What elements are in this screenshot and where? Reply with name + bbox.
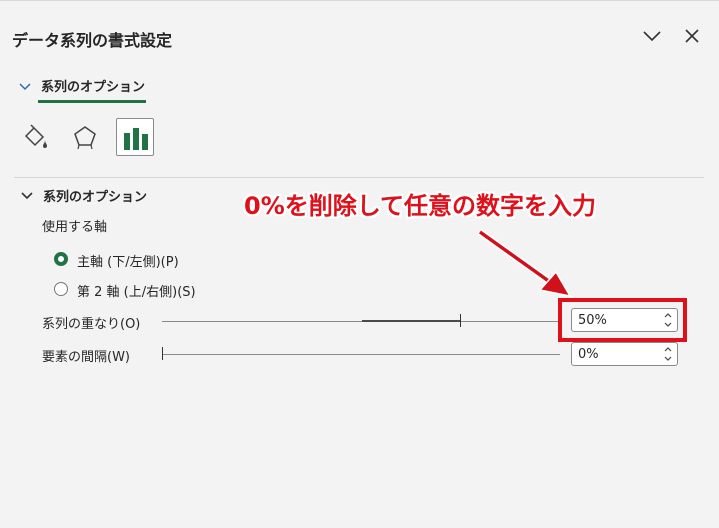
spin-up-button[interactable] (662, 344, 674, 354)
gap-slider-thumb[interactable] (162, 347, 163, 360)
annotation-text: 0%を削除して任意の数字を入力 (244, 192, 597, 220)
section-divider (14, 177, 704, 178)
annotation-arrow (476, 228, 586, 300)
chevron-down-icon (643, 31, 661, 42)
overlap-slider-fill (362, 320, 460, 322)
section-label: 系列のオプション (43, 190, 148, 205)
pane-title: データ系列の書式設定 (12, 31, 173, 50)
radio-button[interactable] (54, 282, 68, 296)
spin-down-button[interactable] (662, 354, 674, 364)
highlight-box (558, 298, 687, 342)
pane-options-button[interactable] (640, 24, 664, 48)
close-icon (685, 29, 699, 43)
gap-spin-box[interactable] (571, 342, 678, 366)
chevron-down-icon (19, 83, 31, 91)
tab-label: 系列のオプション (41, 80, 146, 95)
fill-line-button[interactable] (16, 118, 54, 156)
chevron-down-icon (21, 192, 33, 200)
gap-slider[interactable] (162, 354, 560, 355)
overlap-slider[interactable] (162, 321, 560, 322)
pentagon-icon (74, 126, 96, 150)
spin-down-icon (664, 356, 672, 361)
radio-label: 第 2 軸 (上/右側)(S) (77, 285, 196, 300)
bar-chart-icon (124, 128, 148, 150)
overlap-label: 系列の重なり(O) (42, 317, 141, 332)
radio-button[interactable] (54, 252, 68, 266)
effects-button[interactable] (66, 118, 104, 156)
tab-underline (38, 100, 146, 103)
series-options-button[interactable] (116, 118, 154, 156)
radio-label: 主軸 (下/左側)(P) (77, 255, 179, 270)
gap-input[interactable] (578, 345, 656, 363)
paint-bucket-icon (24, 124, 47, 148)
overlap-slider-thumb[interactable] (460, 314, 461, 327)
format-data-series-pane: データ系列の書式設定 系列のオプション 系列のオプション 使用する軸 主軸 (下… (0, 0, 719, 528)
close-pane-button[interactable] (680, 24, 704, 48)
top-border (0, 0, 719, 1)
axis-label: 使用する軸 (42, 220, 108, 235)
gap-label: 要素の間隔(W) (42, 350, 130, 365)
spin-up-icon (664, 347, 672, 352)
